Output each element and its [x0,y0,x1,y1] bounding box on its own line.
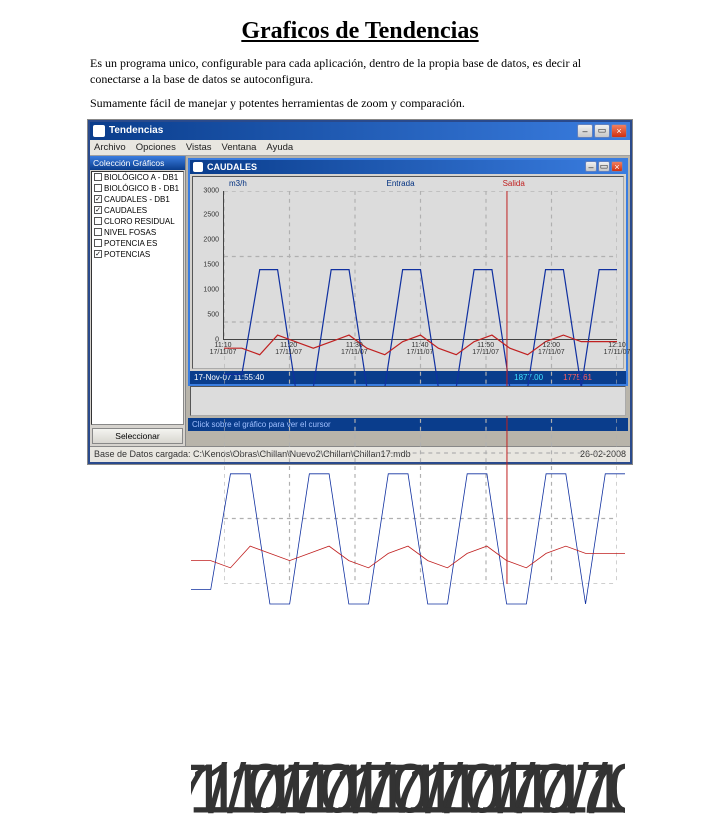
window-title: Tendencias [109,125,577,136]
tree-item[interactable]: ✓POTENCIAS [92,249,183,260]
legend-entrada: Entrada [387,179,415,188]
y-axis-ticks: 050010001500200025003000 [193,191,221,340]
tree-item-label: BIOLÓGICO A - DB1 [104,173,178,182]
checkbox-icon[interactable]: ✓ [94,206,102,214]
app-icon [93,125,105,137]
sidebar: Colección Gráficos BIOLÓGICO A - DB1 BIOL… [90,156,186,446]
close-button[interactable]: × [611,124,627,138]
x-tick-label: 11:2017/11/07 [275,342,302,357]
svg-text:17/11/07: 17/11/07 [492,749,625,821]
menubar: Archivo Opciones Vistas Ventana Ayuda [90,140,630,156]
y-tick-label: 1500 [203,262,219,269]
overview-strip[interactable]: 17/11/0717/11/0717/11/0717/11/0717/11/07… [190,386,626,416]
checkbox-icon[interactable] [94,184,102,192]
checkbox-icon[interactable] [94,239,102,247]
x-tick-label: 11:1017/11/07 [210,342,237,357]
checkbox-icon[interactable]: ✓ [94,250,102,258]
menu-opciones[interactable]: Opciones [136,142,176,153]
chart-window-title: CAUDALES [207,162,585,172]
checkbox-icon[interactable] [94,173,102,181]
menu-vistas[interactable]: Vistas [186,142,212,153]
chart-maximize-button[interactable]: ▭ [598,161,610,172]
graphics-tree: BIOLÓGICO A - DB1BIOLÓGICO B - DB1✓CAUDA… [91,171,184,425]
app-window: Tendencias – ▭ × Archivo Opciones Vistas… [88,120,632,464]
x-tick-label: 11:5017/11/07 [472,342,499,357]
tree-item[interactable]: BIOLÓGICO A - DB1 [92,172,183,183]
menu-ayuda[interactable]: Ayuda [266,142,293,153]
page-desc-2: Sumamente fácil de manejar y potentes he… [90,95,630,111]
tree-item[interactable]: CLORO RESIDUAL [92,216,183,227]
page-desc-1: Es un programa unico, configurable para … [90,55,630,87]
select-button[interactable]: Seleccionar [92,428,183,444]
tree-item-label: BIOLÓGICO B - DB1 [104,184,179,193]
y-tick-label: 3000 [203,187,219,194]
checkbox-icon[interactable] [94,217,102,225]
x-tick-label: 12:0017/11/07 [538,342,565,357]
main-area: CAUDALES – ▭ × m3/h Entrada Salida [186,156,630,446]
tree-item-label: CAUDALES - DB1 [104,195,170,204]
tree-item[interactable]: ✓CAUDALES - DB1 [92,194,183,205]
menu-ventana[interactable]: Ventana [222,142,257,153]
chart-area[interactable]: m3/h Entrada Salida 05001000150020002500… [192,176,624,369]
menu-archivo[interactable]: Archivo [94,142,126,153]
checkbox-icon[interactable] [94,228,102,236]
x-tick-label: 11:4017/11/07 [407,342,434,357]
chart-minimize-button[interactable]: – [585,161,597,172]
tree-item-label: CLORO RESIDUAL [104,217,175,226]
overview-svg: 17/11/0717/11/0717/11/0717/11/0717/11/07… [191,387,625,821]
y-tick-label: 1000 [203,286,219,293]
tree-item[interactable]: ✓CAUDALES [92,205,183,216]
page-title: Graficos de Tendencias [30,18,690,45]
tree-item-label: POTENCIAS [104,250,150,259]
tree-item[interactable]: BIOLÓGICO B - DB1 [92,183,183,194]
tree-item-label: POTENCIA ES [104,239,157,248]
chart-ylabel: m3/h [229,179,247,188]
titlebar[interactable]: Tendencias – ▭ × [90,122,630,140]
chart-window-icon [193,162,203,172]
chart-close-button[interactable]: × [611,161,623,172]
legend-salida: Salida [503,179,525,188]
x-tick-label: 11:3017/11/07 [341,342,368,357]
y-tick-label: 2500 [203,212,219,219]
maximize-button[interactable]: ▭ [594,124,610,138]
chart-titlebar[interactable]: CAUDALES – ▭ × [190,160,626,174]
chart-window: CAUDALES – ▭ × m3/h Entrada Salida [188,158,628,386]
minimize-button[interactable]: – [577,124,593,138]
tree-item[interactable]: POTENCIA ES [92,238,183,249]
tree-item[interactable]: NIVEL FOSAS [92,227,183,238]
y-tick-label: 500 [207,311,219,318]
x-axis-ticks: 11:1017/11/0711:2017/11/0711:3017/11/071… [223,342,617,364]
tree-item-label: NIVEL FOSAS [104,228,156,237]
plot-canvas[interactable] [223,191,617,340]
checkbox-icon[interactable]: ✓ [94,195,102,203]
y-tick-label: 2000 [203,237,219,244]
tree-item-label: CAUDALES [104,206,147,215]
x-tick-label: 12:1017/11/07 [604,342,631,357]
sidebar-title: Colección Gráficos [90,156,185,170]
